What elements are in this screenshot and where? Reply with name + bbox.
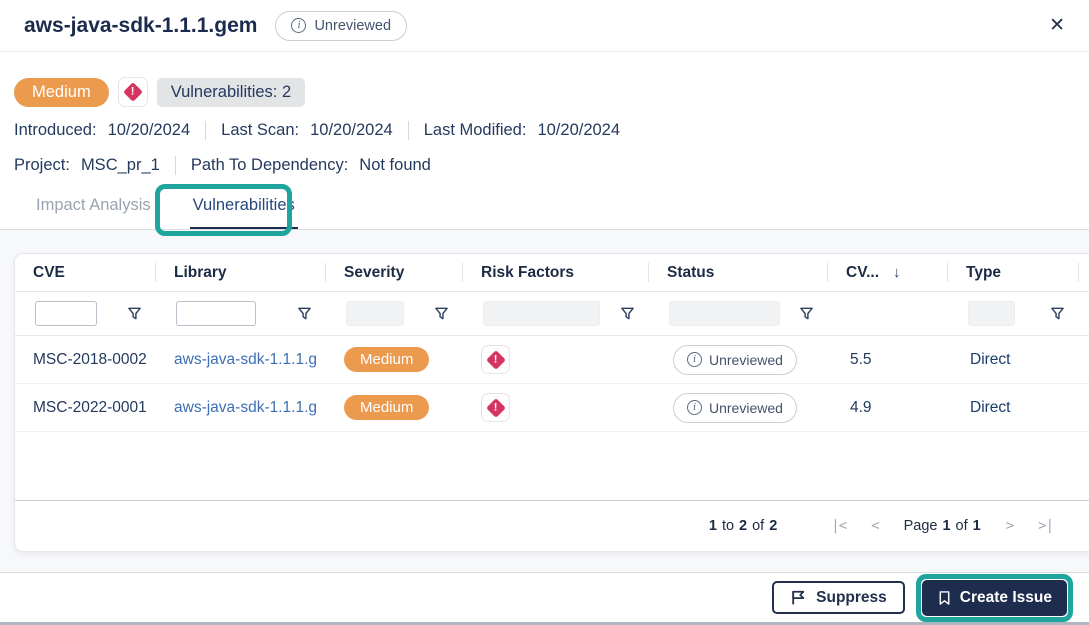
meta-row-project: Project: MSC_pr_1 Path To Dependency: No…: [14, 156, 446, 175]
bookmark-icon: [937, 590, 952, 606]
cvss-score: 4.9: [828, 399, 948, 417]
filter-cell-library: [156, 292, 326, 335]
vulnerabilities-panel: CVE Library Severity Risk Factors Status…: [0, 230, 1089, 572]
table-filter-row: [15, 292, 1089, 336]
cvss-score: 5.5: [828, 351, 948, 369]
dependency-type: Direct: [948, 351, 1079, 369]
flag-icon: [790, 589, 807, 606]
tab-vulnerabilities[interactable]: Vulnerabilities: [190, 196, 298, 230]
column-header-status[interactable]: Status: [649, 254, 828, 291]
filter-cell-type: [948, 292, 1079, 335]
pagination-bar: 1 to 2 of 2 |< < Page 1 of 1 > >: [15, 500, 1089, 551]
page-indicator: Page 1 of 1: [904, 518, 981, 534]
library-link[interactable]: aws-java-sdk-1.1.1.g: [174, 399, 317, 416]
meta-label: Project:: [14, 156, 70, 175]
meta-value: MSC_pr_1: [81, 156, 160, 175]
filter-funnel-icon[interactable]: [1050, 306, 1065, 321]
status-badge-label: Unreviewed: [314, 18, 391, 34]
filter-cell-severity: [326, 292, 463, 335]
filter-funnel-icon[interactable]: [297, 306, 312, 321]
meta-label: Last Scan:: [221, 121, 299, 140]
severity-filter-input[interactable]: [346, 301, 404, 326]
modal-footer: Suppress Create Issue: [0, 572, 1089, 622]
filter-funnel-icon[interactable]: [799, 306, 814, 321]
cve-filter-input[interactable]: [35, 301, 97, 326]
sort-desc-icon[interactable]: ↓: [893, 264, 901, 281]
meta-value: 10/20/2024: [108, 121, 191, 140]
meta-value: 10/20/2024: [537, 121, 620, 140]
meta-value: Not found: [359, 156, 431, 175]
tab-bar: Impact Analysis Vulnerabilities: [33, 196, 298, 230]
status-badge[interactable]: i Unreviewed: [275, 11, 407, 41]
risk-factor-icon[interactable]: !: [481, 345, 510, 374]
create-issue-button[interactable]: Create Issue: [922, 580, 1067, 616]
filter-funnel-icon[interactable]: [620, 306, 635, 321]
risk-factor-icon[interactable]: !: [118, 77, 148, 107]
suppress-button[interactable]: Suppress: [772, 581, 905, 614]
first-page-icon[interactable]: |<: [831, 518, 846, 534]
risk-factor-icon[interactable]: !: [481, 393, 510, 422]
info-icon: i: [291, 18, 306, 33]
status-button[interactable]: i Unreviewed: [673, 393, 797, 423]
filter-cell-cve: [15, 292, 156, 335]
table-row: MSC-2022-0001 aws-java-sdk-1.1.1.g Mediu…: [15, 384, 1089, 432]
pagination-range: 1 to 2 of 2: [709, 518, 777, 534]
page-title: aws-java-sdk-1.1.1.gem: [24, 14, 257, 38]
meta-label: Path To Dependency:: [191, 156, 348, 175]
meta-label: Introduced:: [14, 121, 97, 140]
status-button[interactable]: i Unreviewed: [673, 345, 797, 375]
dependency-type: Direct: [948, 399, 1079, 417]
meta-row-dates: Introduced: 10/20/2024 Last Scan: 10/20/…: [14, 121, 635, 140]
column-header-type[interactable]: Type: [948, 254, 1079, 291]
column-header-risk-factors[interactable]: Risk Factors: [463, 254, 649, 291]
table-row: MSC-2018-0002 aws-java-sdk-1.1.1.g Mediu…: [15, 336, 1089, 384]
column-header-library[interactable]: Library: [156, 254, 326, 291]
info-icon: i: [687, 400, 702, 415]
modal-header: aws-java-sdk-1.1.1.gem i Unreviewed ✕: [0, 0, 1089, 52]
risk-diamond-icon: !: [486, 398, 506, 418]
cve-id: MSC-2018-0002: [15, 351, 156, 369]
table-header-row: CVE Library Severity Risk Factors Status…: [15, 254, 1089, 292]
type-filter-input[interactable]: [968, 301, 1015, 326]
library-link[interactable]: aws-java-sdk-1.1.1.g: [174, 351, 317, 368]
library-filter-input[interactable]: [176, 301, 256, 326]
severity-badge: Medium: [14, 78, 109, 107]
column-header-cvss[interactable]: CV... ↓: [828, 254, 948, 291]
pagination-controls: |< < Page 1 of 1 > >|: [831, 518, 1053, 534]
meta-last-scan: Last Scan: 10/20/2024: [205, 121, 408, 140]
cve-id: MSC-2022-0001: [15, 399, 156, 417]
tab-impact-analysis[interactable]: Impact Analysis: [33, 196, 154, 230]
meta-value: 10/20/2024: [310, 121, 393, 140]
last-page-icon[interactable]: >|: [1038, 518, 1053, 534]
filter-cell-cvss: [828, 292, 948, 335]
risk-diamond-icon: !: [486, 350, 506, 370]
vulnerabilities-table: CVE Library Severity Risk Factors Status…: [14, 253, 1089, 552]
dependency-details-modal: aws-java-sdk-1.1.1.gem i Unreviewed ✕ Me…: [0, 0, 1089, 625]
summary-badges: Medium ! Vulnerabilities: 2: [14, 77, 305, 107]
next-page-icon[interactable]: >: [1006, 518, 1013, 534]
meta-introduced: Introduced: 10/20/2024: [14, 121, 205, 140]
meta-path-to-dependency: Path To Dependency: Not found: [175, 156, 446, 175]
meta-label: Last Modified:: [424, 121, 527, 140]
filter-cell-risk-factors: [463, 292, 649, 335]
column-header-spacer: [1079, 254, 1089, 291]
severity-badge: Medium: [344, 347, 429, 372]
column-header-severity[interactable]: Severity: [326, 254, 463, 291]
meta-last-modified: Last Modified: 10/20/2024: [408, 121, 635, 140]
table-empty-space: [15, 432, 1089, 500]
risk-diamond-icon: !: [123, 82, 143, 102]
filter-cell-status: [649, 292, 828, 335]
risk-factors-filter-input[interactable]: [483, 301, 600, 326]
info-icon: i: [687, 352, 702, 367]
column-header-cve[interactable]: CVE: [15, 254, 156, 291]
vulnerabilities-count-badge: Vulnerabilities: 2: [157, 78, 305, 107]
filter-cell-spacer: [1079, 292, 1089, 335]
meta-project: Project: MSC_pr_1: [14, 156, 175, 175]
close-icon[interactable]: ✕: [1049, 16, 1065, 35]
filter-funnel-icon[interactable]: [127, 306, 142, 321]
status-filter-input[interactable]: [669, 301, 780, 326]
prev-page-icon[interactable]: <: [871, 518, 878, 534]
severity-badge: Medium: [344, 395, 429, 420]
filter-funnel-icon[interactable]: [434, 306, 449, 321]
